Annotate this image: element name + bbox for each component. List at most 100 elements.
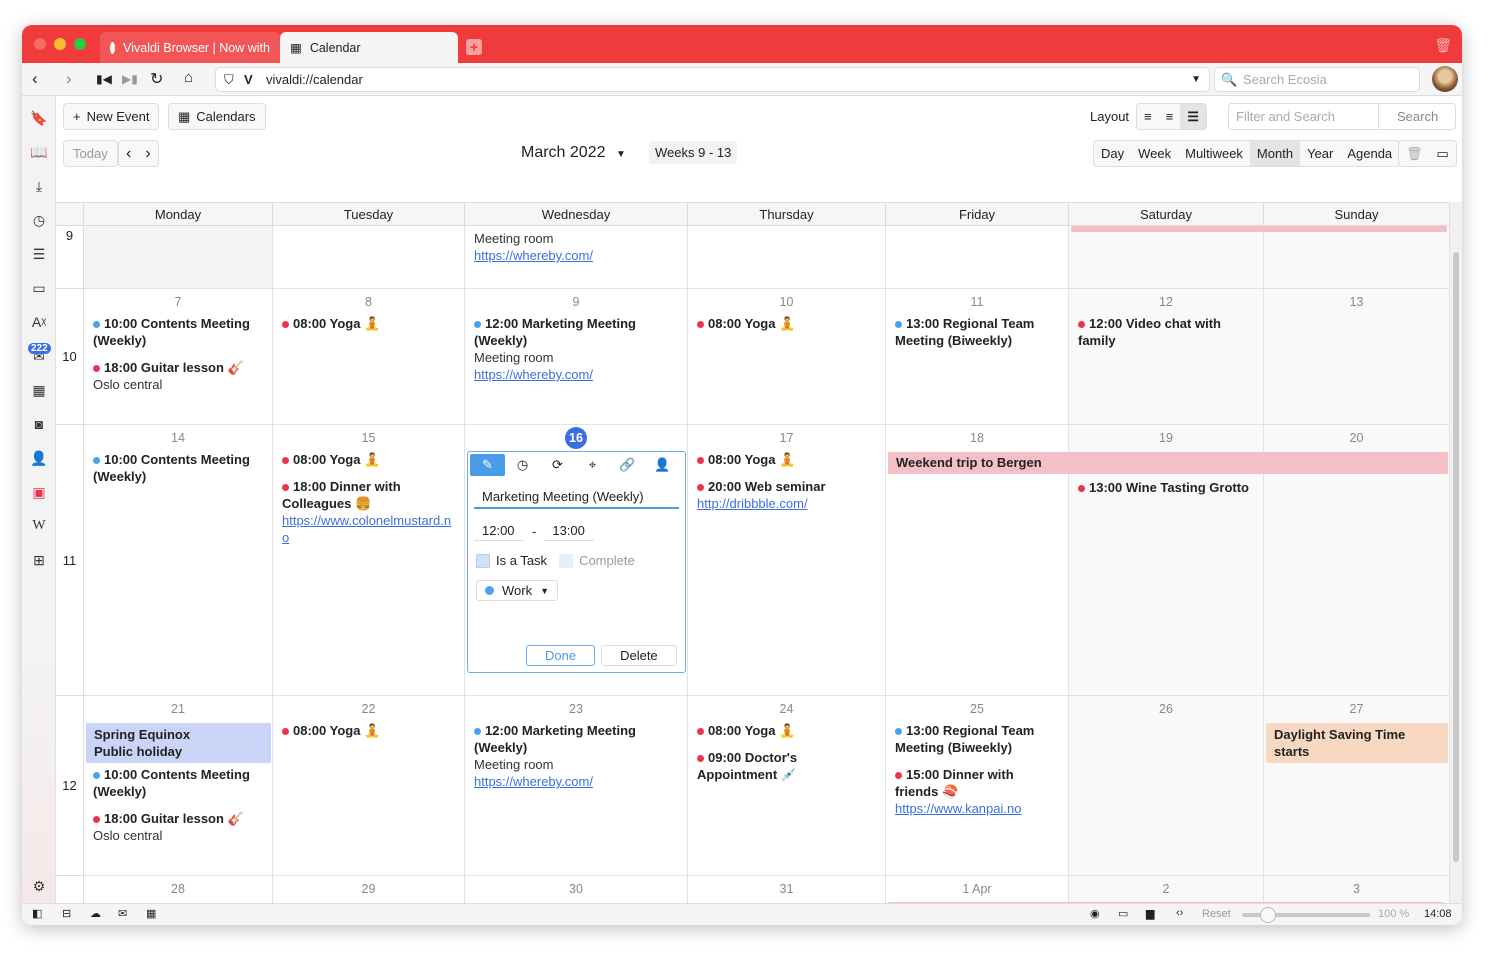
dropdown-icon[interactable]: ▼ [1191, 68, 1201, 91]
attendees-icon[interactable]: 👤 [645, 454, 680, 476]
url-field[interactable]: ⛉ Vvivaldi://calendar ▼ [215, 67, 1210, 92]
day-cell[interactable] [1069, 226, 1264, 289]
tab-tiling-icon[interactable]: ⊟ [62, 907, 71, 920]
zoom-slider[interactable] [1242, 907, 1370, 923]
calendars-button[interactable]: ▦ Calendars [168, 103, 266, 130]
day-cell[interactable] [688, 226, 886, 289]
feeds-icon[interactable]: ◙ [22, 416, 56, 432]
dst-event[interactable]: Daylight Saving Time starts [1266, 723, 1448, 763]
capture-icon[interactable]: ◉ [1090, 907, 1100, 920]
rewind-button[interactable]: ▮◀ [96, 72, 112, 86]
event-link[interactable]: http://dribbble.com/ [697, 495, 876, 512]
view-multiweek-button[interactable]: Multiweek [1178, 141, 1250, 166]
event-link[interactable]: https://whereby.com/ [474, 366, 678, 383]
week-number[interactable]: 12 [56, 696, 84, 876]
day-cell[interactable]: 13 [1264, 289, 1450, 425]
add-panel-icon[interactable]: ⊞ [22, 552, 56, 569]
day-cell[interactable]: 25 13:00 Regional Team Meeting (Biweekly)… [886, 696, 1069, 876]
day-cell[interactable] [84, 226, 273, 289]
trash-icon[interactable]: 🗑 [1399, 141, 1430, 166]
calendar-event[interactable]: 13:00 Regional Team Meeting (Biweekly) [895, 315, 1059, 349]
week-number[interactable]: 10 [56, 289, 84, 425]
calendar-event[interactable]: Meeting room https://whereby.com/ [474, 230, 678, 264]
calendar-event[interactable]: 08:00 Yoga 🧘 [697, 722, 876, 739]
filter-input[interactable]: Filter and Search [1229, 104, 1379, 129]
day-cell[interactable]: 14 10:00 Contents Meeting (Weekly) [84, 425, 273, 696]
calendar-event[interactable]: 08:00 Yoga 🧘 [282, 315, 455, 332]
tab-calendar[interactable]: ▦ Calendar [280, 32, 458, 63]
search-button[interactable]: Search [1379, 104, 1445, 129]
location-pin-icon[interactable]: ⌖ [575, 454, 610, 476]
today-button[interactable]: Today [63, 140, 118, 167]
calendar-event[interactable]: 08:00 Yoga 🧘 [697, 451, 876, 468]
day-cell[interactable] [886, 226, 1069, 289]
day-cell[interactable]: 8 08:00 Yoga 🧘 [273, 289, 465, 425]
day-cell[interactable]: 23 12:00 Marketing Meeting (Weekly) Meetin… [465, 696, 688, 876]
day-cell[interactable]: 15 08:00 Yoga 🧘 18:00 Dinner with Colleagu… [273, 425, 465, 696]
day-cell[interactable] [273, 226, 465, 289]
reload-button[interactable]: ↻ [150, 69, 163, 89]
day-cell[interactable]: 26 [1069, 696, 1264, 876]
month-selector[interactable]: March 2022 ▼ [521, 144, 626, 162]
sync-cloud-icon[interactable]: ☁ [90, 907, 101, 920]
day-cell[interactable]: 9 12:00 Marketing Meeting (Weekly) Meeting… [465, 289, 688, 425]
day-cell[interactable] [1264, 226, 1450, 289]
tab-vivaldi[interactable]: Vivaldi Browser | Now with [100, 32, 280, 63]
fast-forward-button[interactable]: ▶▮ [122, 72, 138, 86]
edit-pencil-icon[interactable]: ✎ [470, 454, 505, 476]
next-button[interactable]: › [138, 141, 157, 166]
calendar-event[interactable]: 12:00 Marketing Meeting (Weekly) Meeting … [474, 315, 678, 383]
clock-icon[interactable]: ◷ [505, 454, 540, 476]
event-title-input[interactable]: Marketing Meeting (Weekly) [474, 486, 679, 509]
calendar-event[interactable]: 13:00 Regional Team Meeting (Biweekly) [895, 722, 1059, 756]
view-agenda-button[interactable]: Agenda [1340, 141, 1399, 166]
mail-icon[interactable]: ✉ [118, 907, 127, 920]
calendar-event[interactable]: 08:00 Yoga 🧘 [282, 451, 455, 468]
weekend-trip-event[interactable]: Weekend trip to Bergen [888, 452, 1448, 474]
maximize-window-button[interactable] [74, 38, 86, 50]
scrollbar-thumb[interactable] [1453, 252, 1459, 862]
calendar-event[interactable]: 12:00 Video chat with family [1078, 315, 1254, 349]
week-number[interactable]: 11 [56, 425, 84, 696]
end-time-input[interactable]: 13:00 [544, 521, 595, 541]
day-cell[interactable]: 17 08:00 Yoga 🧘 20:00 Web seminar http://dr… [688, 425, 886, 696]
forward-button[interactable]: › [66, 69, 72, 89]
spring-equinox-event[interactable]: Spring Equinox Public holiday [86, 723, 271, 763]
toggle-panel-icon[interactable]: ▭ [1430, 141, 1456, 166]
profile-avatar[interactable] [1432, 66, 1458, 92]
calendar-event[interactable]: 20:00 Web seminar http://dribbble.com/ [697, 478, 876, 512]
calendar-event[interactable]: 08:00 Yoga 🧘 [697, 315, 876, 332]
calendar-event[interactable]: 18:00 Dinner with Colleagues 🍔 https://ww… [282, 478, 455, 546]
calendar-select[interactable]: Work ▼ [476, 580, 559, 601]
delete-button[interactable]: Delete [601, 645, 677, 666]
layout-medium-icon[interactable]: ≡ [1159, 104, 1181, 129]
search-engine-field[interactable]: 🔍 Search Ecosia [1214, 67, 1420, 92]
home-button[interactable]: ⌂ [184, 69, 193, 86]
window-panel-icon[interactable]: ▭ [22, 280, 56, 297]
start-time-input[interactable]: 12:00 [474, 521, 524, 541]
contacts-icon[interactable]: 👤 [22, 450, 56, 467]
back-button[interactable]: ‹ [32, 69, 38, 89]
panel-toggle-icon[interactable]: ◧ [32, 907, 42, 920]
wikipedia-icon[interactable]: W [22, 518, 56, 534]
calendar-event[interactable]: 10:00 Contents Meeting (Weekly) [93, 766, 263, 800]
day-cell[interactable]: Meeting room https://whereby.com/ [465, 226, 688, 289]
calendar-event[interactable]: 15:00 Dinner with friends 🍣 https://www.k… [895, 766, 1059, 817]
page-actions-icon[interactable]: ‹› [1176, 907, 1183, 919]
trash-icon[interactable]: 🗑 [1434, 37, 1452, 54]
event-link[interactable]: https://www.colonelmustard.no [282, 512, 455, 546]
reading-list-icon[interactable]: 📖 [22, 144, 56, 161]
view-year-button[interactable]: Year [1300, 141, 1340, 166]
new-event-button[interactable]: + New Event [63, 103, 160, 130]
settings-icon[interactable]: ⚙ [22, 878, 56, 895]
downloads-icon[interactable]: ⤓ [22, 178, 56, 195]
repeat-icon[interactable]: ⟳ [540, 454, 575, 476]
is-task-checkbox[interactable] [476, 553, 490, 568]
link-icon[interactable]: 🔗 [610, 454, 645, 476]
shield-icon[interactable]: ⛉ [224, 68, 234, 91]
calendar-event[interactable]: 18:00 Guitar lesson 🎸 Oslo central [93, 359, 263, 393]
layout-compact-icon[interactable]: ≡ [1137, 104, 1159, 129]
images-icon[interactable]: ▆ [1146, 907, 1154, 920]
previous-button[interactable]: ‹ [119, 141, 138, 166]
calendar-event[interactable]: 09:00 Doctor's Appointment 💉 [697, 749, 876, 783]
